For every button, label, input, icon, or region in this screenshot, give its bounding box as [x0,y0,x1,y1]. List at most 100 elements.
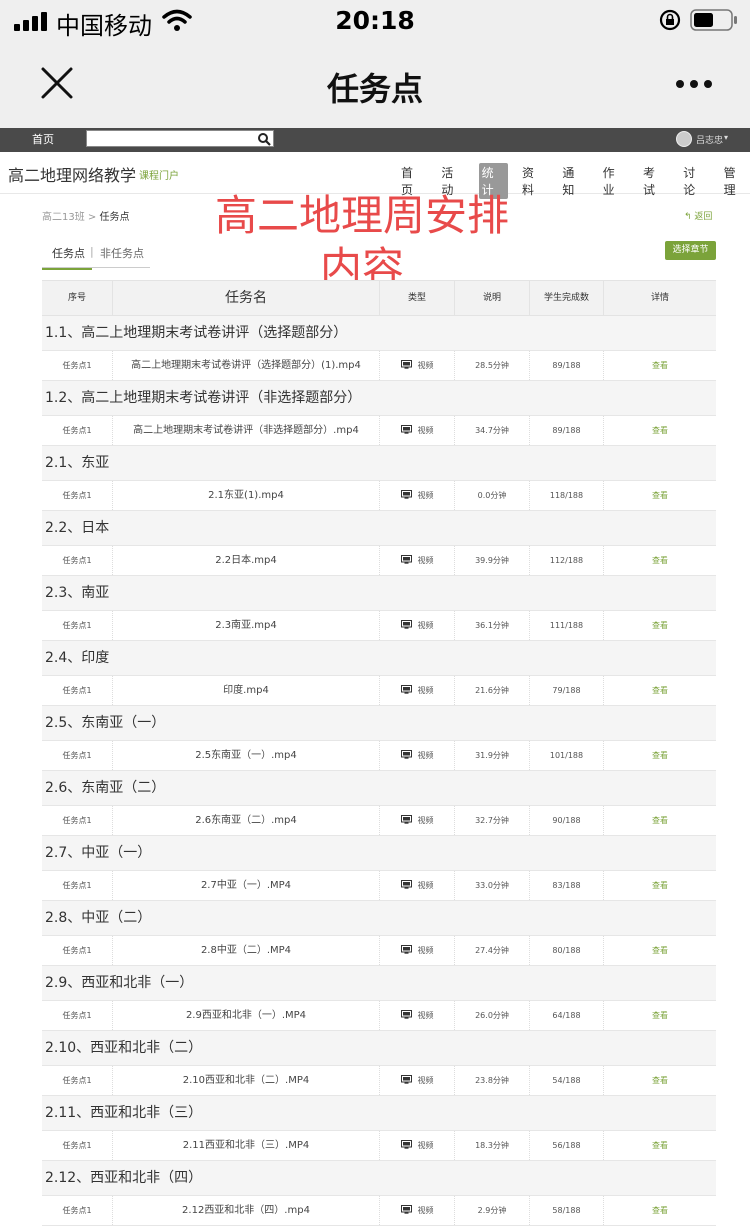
task-completed: 111/188 [530,611,604,640]
task-note: 18.3分钟 [455,1131,530,1160]
task-note: 39.9分钟 [455,546,530,575]
task-name[interactable]: 印度.mp4 [113,676,380,705]
view-link[interactable]: 查看 [604,1131,716,1160]
nav-notice[interactable]: 通知 [559,163,588,199]
table-row: 任务点1 2.9西亚和北非（一）.MP4 视频 26.0分钟 64/188 查看 [42,1001,716,1031]
view-link[interactable]: 查看 [604,1196,716,1225]
home-link[interactable]: 首页 [32,131,54,147]
task-name[interactable]: 2.8中亚（二）.MP4 [113,936,380,965]
task-type-label: 视频 [417,881,434,890]
chapter-row: 2.9、西亚和北非（一） [42,966,716,1001]
task-name[interactable]: 2.3南亚.mp4 [113,611,380,640]
task-note: 36.1分钟 [455,611,530,640]
task-name[interactable]: 2.6东南亚（二）.mp4 [113,806,380,835]
chapter-row: 1.2、高二上地理期末考试卷讲评（非选择题部分） [42,381,716,416]
task-name[interactable]: 2.7中亚（一）.MP4 [113,871,380,900]
task-type: 视频 [380,676,455,705]
overlay-line-1: 高二地理周安排 [214,191,509,240]
course-title: 高二地理网络教学 [8,166,137,185]
view-link[interactable]: 查看 [604,351,716,380]
task-note: 32.7分钟 [455,806,530,835]
video-icon [400,750,412,759]
task-name[interactable]: 高二上地理期末考试卷讲评（非选择题部分）.mp4 [113,416,380,445]
video-icon [400,815,412,824]
task-name[interactable]: 2.10西亚和北非（二）.MP4 [113,1066,380,1095]
back-link[interactable]: ↰ 返回 [684,209,712,222]
task-name[interactable]: 2.2日本.mp4 [113,546,380,575]
chapter-row: 2.2、日本 [42,511,716,546]
video-icon [400,555,412,564]
view-link[interactable]: 查看 [604,481,716,510]
task-completed: 79/188 [530,676,604,705]
chapter-row: 2.5、东南亚（一） [42,706,716,741]
site-top-bar: 首页 吕志忠 ▾ [0,128,750,152]
task-type: 视频 [380,611,455,640]
view-link[interactable]: 查看 [604,1001,716,1030]
task-note: 2.9分钟 [455,1196,530,1225]
avatar[interactable] [676,131,692,147]
header-details: 详情 [650,293,669,303]
task-index: 任务点1 [42,676,113,705]
task-note: 28.5分钟 [455,351,530,380]
back-arrow-icon: ↰ [684,212,695,222]
orientation-lock-icon [659,9,681,31]
view-link[interactable]: 查看 [604,611,716,640]
table-row: 任务点1 高二上地理期末考试卷讲评（非选择题部分）.mp4 视频 34.7分钟 … [42,416,716,446]
search-icon[interactable] [257,132,271,146]
task-type-label: 视频 [417,751,434,760]
chevron-down-icon[interactable]: ▾ [724,133,728,142]
task-name[interactable]: 高二上地理期末考试卷讲评（选择题部分）(1).mp4 [113,351,380,380]
task-name[interactable]: 2.12西亚和北非（四）.mp4 [113,1196,380,1225]
view-link[interactable]: 查看 [604,871,716,900]
tab-non-task-points[interactable]: 非任务点 [100,245,144,261]
table-row: 任务点1 高二上地理期末考试卷讲评（选择题部分）(1).mp4 视频 28.5分… [42,351,716,381]
view-link[interactable]: 查看 [604,936,716,965]
task-index: 任务点1 [42,351,113,380]
breadcrumb: 高二13班 > 任务点 [42,208,129,223]
video-icon [400,1205,412,1214]
chapter-row: 2.10、西亚和北非（二） [42,1031,716,1066]
task-index: 任务点1 [42,871,113,900]
header-completed: 学生完成数 [530,281,604,315]
task-index: 任务点1 [42,416,113,445]
task-tabs: 任务点 | 非任务点 [42,240,150,270]
battery-icon [690,9,737,31]
task-completed: 90/188 [530,806,604,835]
view-link[interactable]: 查看 [604,546,716,575]
task-name[interactable]: 2.9西亚和北非（一）.MP4 [113,1001,380,1030]
video-icon [400,1140,412,1149]
video-icon [400,360,412,369]
task-index: 任务点1 [42,1131,113,1160]
task-type-label: 视频 [417,816,434,825]
choose-chapter-button[interactable]: 选择章节 [665,241,716,260]
nav-homework[interactable]: 作业 [600,163,629,199]
view-link[interactable]: 查看 [604,1066,716,1095]
nav-exam[interactable]: 考试 [640,163,669,199]
task-name[interactable]: 2.1东亚(1).mp4 [113,481,380,510]
search-input[interactable] [87,136,247,151]
task-index: 任务点1 [42,546,113,575]
view-link[interactable]: 查看 [604,416,716,445]
nav-manage[interactable]: 管理 [721,163,750,199]
task-name[interactable]: 2.5东南亚（一）.mp4 [113,741,380,770]
table-row: 任务点1 2.5东南亚（一）.mp4 视频 31.9分钟 101/188 查看 [42,741,716,771]
course-portal-link[interactable]: 课程门户 [139,167,179,182]
status-bar: 中国移动 20:18 [0,0,750,44]
view-link[interactable]: 查看 [604,806,716,835]
breadcrumb-class[interactable]: 高二13班 [42,212,85,223]
task-completed: 118/188 [530,481,604,510]
task-name[interactable]: 2.11西亚和北非（三）.MP4 [113,1131,380,1160]
task-type-label: 视频 [417,946,434,955]
task-type: 视频 [380,936,455,965]
task-type: 视频 [380,1001,455,1030]
view-link[interactable]: 查看 [604,676,716,705]
more-icon[interactable] [674,72,714,96]
view-link[interactable]: 查看 [604,741,716,770]
task-index: 任务点1 [42,741,113,770]
tab-task-points[interactable]: 任务点 [42,244,92,270]
task-completed: 56/188 [530,1131,604,1160]
nav-discussion[interactable]: 讨论 [680,163,709,199]
user-name[interactable]: 吕志忠 [696,133,723,146]
table-row: 任务点1 2.3南亚.mp4 视频 36.1分钟 111/188 查看 [42,611,716,641]
task-note: 31.9分钟 [455,741,530,770]
